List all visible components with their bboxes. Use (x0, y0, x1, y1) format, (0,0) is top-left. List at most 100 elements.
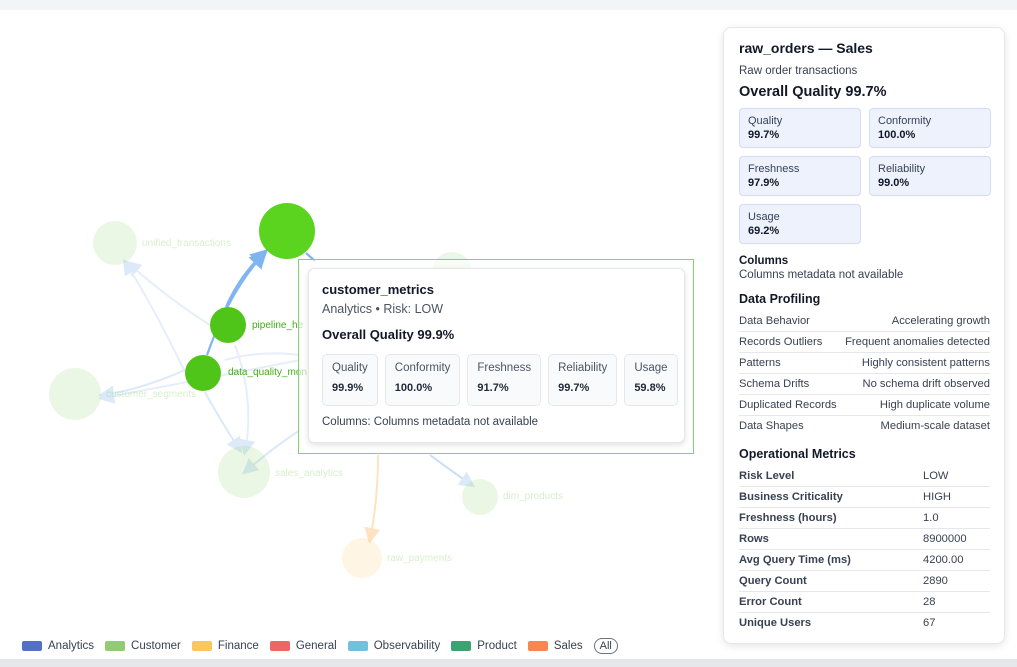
edge (204, 391, 243, 454)
profiling-value: High duplicate volume (879, 399, 990, 411)
operational-row: Unique Users 67 (739, 613, 990, 633)
legend-item-finance[interactable]: Finance (191, 640, 259, 652)
legend-label: Customer (131, 640, 181, 652)
card-usage: Usage 69.2% (739, 204, 861, 244)
operational-table: Risk Level LOW Business Criticality HIGH… (739, 466, 990, 633)
profiling-value: Frequent anomalies detected (845, 336, 990, 348)
tooltip-columns: Columns: Columns metadata not available (322, 416, 539, 428)
operational-value: 1.0 (923, 512, 939, 524)
profiling-key: Data Behavior (739, 315, 810, 327)
profiling-row: Duplicated Records High duplicate volume (739, 395, 990, 416)
graph-node[interactable] (342, 538, 382, 578)
legend-item-product[interactable]: Product (451, 640, 517, 652)
metric-value: 100.0% (394, 382, 433, 394)
panel-description: Raw order transactions (739, 65, 858, 77)
legend-label: Analytics (48, 640, 95, 652)
metric-value: 99.7% (558, 382, 590, 394)
legend-swatch (22, 641, 42, 651)
tooltip-metric-reliability: Reliability 99.7% (548, 354, 618, 406)
card-label: Freshness (748, 163, 800, 175)
edge (234, 344, 256, 456)
metric-value: 99.9% (332, 382, 364, 394)
operational-key: Rows (739, 533, 769, 545)
card-value: 97.9% (748, 177, 780, 189)
graph-node[interactable] (210, 307, 246, 343)
tooltip-metric-conformity: Conformity 100.0% (384, 354, 461, 406)
card-value: 69.2% (748, 225, 780, 237)
graph-node[interactable] (49, 368, 101, 420)
profiling-value: Accelerating growth (891, 315, 990, 327)
operational-row: Rows 8900000 (739, 529, 990, 550)
tooltip-metric-quality: Quality 99.9% (322, 354, 378, 406)
card-reliability: Reliability 99.0% (869, 156, 991, 196)
legend-label: General (295, 640, 337, 652)
profiling-key: Records Outliers (739, 336, 823, 348)
operational-value: LOW (923, 470, 949, 482)
card-label: Quality (748, 115, 783, 127)
operational-key: Unique Users (739, 617, 812, 629)
operational-value: 67 (923, 617, 936, 629)
graph-node-label: customer_segments (106, 389, 196, 400)
legend-swatch (191, 641, 212, 651)
profiling-row: Schema Drifts No schema drift observed (739, 374, 990, 395)
card-label: Usage (748, 211, 780, 223)
edge (429, 454, 476, 488)
tooltip-metric-usage: Usage 59.8% (624, 354, 678, 406)
node-tooltip: customer_metrics Analytics • Risk: LOW O… (308, 268, 685, 443)
operational-key: Avg Query Time (ms) (739, 554, 851, 566)
graph-node[interactable] (93, 221, 137, 265)
profiling-key: Duplicated Records (739, 399, 837, 411)
legend-label: Finance (217, 640, 259, 652)
legend-all-button[interactable]: All (593, 638, 618, 654)
graph-node[interactable] (259, 203, 315, 259)
graph-node-label: sales_analytics (275, 468, 343, 479)
metric-label: Quality (332, 362, 368, 374)
panel-title: raw_orders — Sales (739, 40, 873, 56)
metric-label: Freshness (477, 362, 532, 374)
legend-item-general[interactable]: General (269, 640, 337, 652)
operational-value: 4200.00 (923, 554, 964, 566)
details-panel: raw_orders — Sales Raw order transaction… (723, 27, 1005, 644)
operational-heading: Operational Metrics (739, 447, 856, 461)
graph-node[interactable] (185, 355, 221, 391)
operational-key: Error Count (739, 596, 802, 608)
edge (124, 260, 211, 326)
columns-text: Columns metadata not available (739, 269, 904, 281)
tooltip-metrics: Quality 99.9% Conformity 100.0% Freshnes… (322, 354, 678, 406)
card-quality: Quality 99.7% (739, 108, 861, 148)
operational-row: Freshness (hours) 1.0 (739, 508, 990, 529)
operational-row: Query Count 2890 (739, 571, 990, 592)
tooltip-overall-quality: Overall Quality 99.9% (322, 327, 455, 342)
operational-value: 2890 (923, 575, 948, 587)
graph-node[interactable] (218, 446, 270, 498)
profiling-value: Highly consistent patterns (861, 357, 990, 369)
legend-item-sales[interactable]: Sales (527, 640, 583, 652)
columns-heading: Columns (739, 255, 789, 267)
bottom-scrollbar[interactable] (0, 659, 1017, 667)
tooltip-metric-freshness: Freshness 91.7% (467, 354, 542, 406)
operational-key: Freshness (hours) (739, 512, 837, 524)
legend-item-analytics[interactable]: Analytics (22, 640, 94, 652)
metric-label: Reliability (558, 362, 608, 374)
card-label: Reliability (878, 163, 926, 175)
legend-swatch (527, 641, 548, 651)
graph-node-label: raw_payments (387, 553, 452, 564)
metric-value: 91.7% (477, 382, 509, 394)
graph-node[interactable] (462, 479, 498, 515)
operational-row: Error Count 28 (739, 592, 990, 613)
legend-item-observability[interactable]: Observability (347, 640, 440, 652)
edge (364, 454, 381, 544)
graph-node-label: pipeline_he (252, 320, 304, 331)
metric-label: Conformity (394, 362, 451, 374)
card-conformity: Conformity 100.0% (869, 108, 991, 148)
card-freshness: Freshness 97.9% (739, 156, 861, 196)
card-label: Conformity (878, 115, 932, 127)
quality-cards: Quality 99.7% Conformity 100.0% Freshnes… (739, 108, 991, 244)
profiling-value: Medium-scale dataset (880, 420, 990, 432)
legend-label: Sales (553, 640, 583, 652)
operational-key: Risk Level (739, 470, 795, 482)
profiling-key: Patterns (739, 357, 781, 369)
legend-item-customer[interactable]: Customer (105, 640, 181, 652)
graph-node-label: unified_transactions (142, 238, 231, 249)
operational-key: Business Criticality (739, 491, 843, 503)
